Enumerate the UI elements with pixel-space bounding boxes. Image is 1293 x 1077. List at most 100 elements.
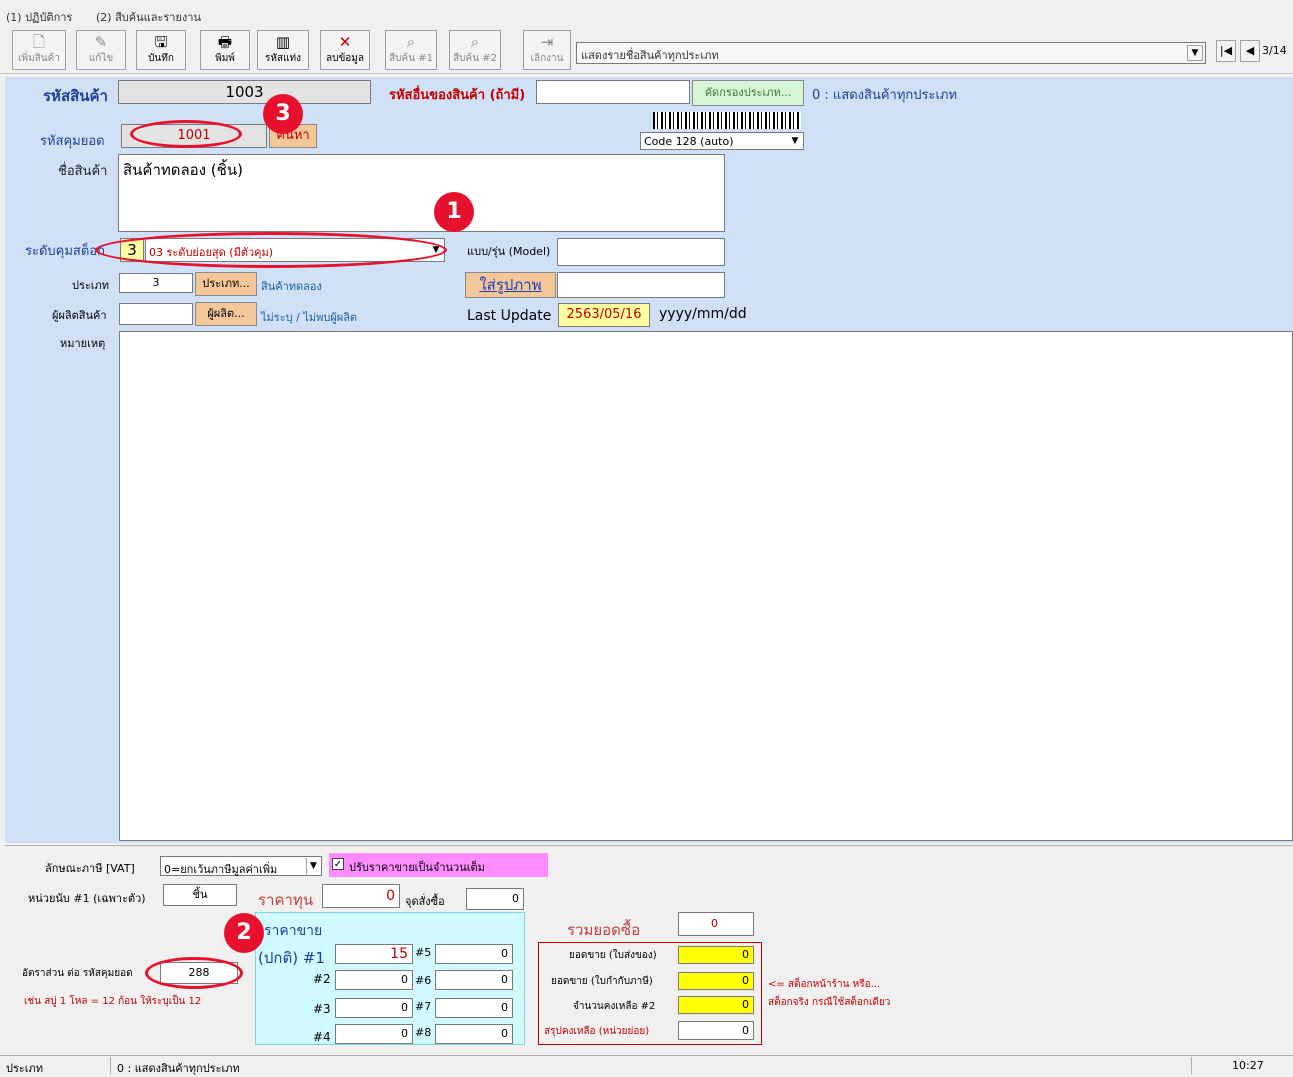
last-update-field[interactable]: 2563/05/16 — [558, 303, 650, 327]
price3-label: #3 — [313, 1002, 331, 1016]
callout-3: 3 — [263, 94, 303, 134]
edit-button[interactable]: ✎ แก้ไข — [76, 30, 126, 70]
price2-label: #2 — [313, 972, 331, 986]
type-label: ประเภท — [72, 279, 110, 292]
summary-field: 0 — [678, 1021, 754, 1040]
ratio-hint: เช่น สบู่ 1 โหล = 12 ก้อน ให้ระบุเป็น 12 — [24, 996, 202, 1007]
callout-1: 1 — [434, 192, 474, 232]
delete-x-icon: ✕ — [338, 33, 352, 51]
checkbox-checked-icon[interactable]: ✓ — [332, 858, 344, 870]
barcode-image — [653, 112, 801, 129]
floppy-icon: 🖫 — [154, 33, 168, 51]
barcode-icon: ▥ — [275, 33, 291, 51]
price5-label: #5 — [415, 946, 432, 959]
status-middle-panel: 0 : แสดงสินค้าทุกประเภท — [110, 1057, 1192, 1075]
sale-price-group-label: ราคาขาย — [262, 920, 325, 942]
other-code-field[interactable] — [536, 80, 690, 104]
price4-label: #4 — [313, 1030, 331, 1044]
annotation-ring-ratio — [145, 957, 243, 989]
ratio-label: อัตราส่วน ต่อ รหัสคุมยอด — [22, 968, 133, 979]
summary-label: สรุปคงเหลือ (หน่วยย่อย) — [544, 1026, 650, 1037]
model-label: แบบ/รุ่น (Model) — [467, 245, 551, 258]
chevron-down-icon[interactable]: ▼ — [306, 858, 320, 874]
price8-field[interactable]: 0 — [435, 1024, 513, 1044]
printer-icon: 🖶 — [217, 33, 233, 51]
price4-field[interactable]: 0 — [335, 1024, 413, 1044]
product-code-label: รหัสสินค้า — [43, 87, 108, 105]
type-name: สินค้าทดลอง — [261, 280, 322, 293]
chevron-down-icon[interactable]: ▼ — [1187, 45, 1203, 61]
stock-level-label: ระดับคุมสต็อก — [25, 244, 105, 259]
sales-tax-label: ยอดขาย (ใบกำกับภาษี) — [551, 976, 653, 987]
status-time: 10:27 — [1232, 1059, 1264, 1072]
price7-field[interactable]: 0 — [435, 998, 513, 1018]
first-record-icon[interactable]: |◀ — [1216, 40, 1236, 62]
delete-button[interactable]: ✕ ลบข้อมูล — [320, 30, 370, 70]
new-doc-icon: 🗋 — [32, 33, 46, 51]
menu-search-report[interactable]: (2) สืบค้นและรายงาน — [96, 8, 201, 26]
exit-button[interactable]: ⇥ เลิกงาน — [523, 30, 571, 70]
menu-operations[interactable]: (1) ปฏิบัติการ — [6, 8, 72, 26]
annotation-ring-parent-code — [130, 120, 242, 148]
price3-field[interactable]: 0 — [335, 998, 413, 1018]
save-button[interactable]: 🖫 บันทึก — [136, 30, 186, 70]
total-purchase-label: รวมยอดซื้อ — [567, 921, 641, 939]
manufacturer-button[interactable]: ผู้ผลิต... — [195, 302, 257, 326]
product-name-label: ชื่อสินค้า — [58, 164, 108, 179]
barcode-button[interactable]: ▥ รหัสแท่ง — [257, 30, 309, 70]
price6-label: #6 — [415, 974, 432, 987]
type-button[interactable]: ประเภท... — [195, 272, 257, 296]
sales-delivery-field: 0 — [678, 946, 754, 964]
add-image-button[interactable]: ใส่รูปภาพ — [465, 272, 556, 298]
product-code-field[interactable]: 1003 — [118, 80, 371, 104]
date-format-hint: yyyy/mm/dd — [659, 306, 747, 322]
product-name-field[interactable]: สินค้าทดลอง (ชิ้น) — [118, 154, 725, 232]
menu-bar: (1) ปฏิบัติการ (2) สืบค้นและรายงาน — [0, 0, 1293, 26]
search1-button[interactable]: ⌕ สืบค้น #1 — [385, 30, 437, 70]
price6-field[interactable]: 0 — [435, 970, 513, 990]
callout-2: 2 — [224, 913, 264, 953]
price1-field[interactable]: 15 — [335, 944, 413, 964]
filter-type-button[interactable]: คัดกรองประเภท... — [692, 80, 804, 106]
add-product-button[interactable]: 🗋 เพิ่มสินค้า — [12, 30, 66, 70]
image-path-field[interactable] — [557, 272, 725, 298]
other-code-label: รหัสอื่นของสินค้า (ถ้ามี) — [389, 88, 526, 103]
stock-note-1: <= สต็อกหน้าร้าน หรือ... — [768, 979, 881, 990]
cost-field[interactable]: 0 — [322, 884, 400, 908]
filter-combo[interactable]: แสดงรายชื่อสินค้าทุกประเภท ▼ — [576, 42, 1206, 64]
manufacturer-name: ไม่ระบุ / ไม่พบผู้ผลิต — [261, 311, 358, 324]
edit-icon: ✎ — [94, 33, 108, 51]
exit-door-icon: ⇥ — [540, 33, 554, 51]
unit-label: หน่วยนับ #1 (เฉพาะตัว) — [28, 892, 146, 905]
search2-button[interactable]: ⌕ สืบค้น #2 — [449, 30, 501, 70]
manufacturer-code-field[interactable] — [119, 303, 193, 325]
price2-field[interactable]: 0 — [335, 970, 413, 990]
price8-label: #8 — [415, 1026, 432, 1039]
record-counter: 3/14 — [1262, 44, 1287, 57]
sales-tax-field: 0 — [678, 972, 754, 990]
chevron-down-icon[interactable]: ▼ — [788, 134, 802, 148]
print-button[interactable]: 🖶 พิมพ์ — [200, 30, 250, 70]
type-code-field[interactable]: 3 — [119, 273, 193, 293]
binoculars-icon: ⌕ — [406, 33, 416, 51]
prev-record-icon[interactable]: ◀ — [1240, 40, 1260, 62]
reorder-field[interactable]: 0 — [466, 888, 524, 910]
sales-delivery-label: ยอดขาย (ใบส่งของ) — [569, 950, 657, 961]
barcode-type-select[interactable]: Code 128 (auto) ▼ — [640, 132, 804, 150]
remark-textarea[interactable] — [119, 331, 1293, 841]
binoculars-icon: ⌕ — [470, 33, 480, 51]
parent-code-label: รหัสคุมยอด — [40, 134, 105, 149]
total-purchase-field[interactable]: 0 — [678, 912, 754, 936]
model-field[interactable] — [557, 238, 725, 266]
price5-field[interactable]: 0 — [435, 944, 513, 964]
round-price-option[interactable]: ✓ ปรับราคาขายเป็นจำนวนเต็ม — [329, 853, 548, 877]
status-left: ประเภท — [6, 1062, 44, 1075]
remain2-field: 0 — [678, 996, 754, 1014]
remark-label: หมายเหตุ — [60, 337, 106, 350]
reorder-label: จุดสั่งซื้อ — [405, 895, 445, 908]
annotation-ring-stock-level — [95, 232, 447, 268]
manufacturer-label: ผู้ผลิตสินค้า — [52, 309, 107, 322]
unit-field[interactable]: ชิ้น — [163, 884, 237, 906]
vat-select[interactable]: 0=ยกเว้นภาษีมูลค่าเพิ่ม ▼ — [160, 856, 322, 876]
last-update-label: Last Update — [467, 308, 552, 324]
